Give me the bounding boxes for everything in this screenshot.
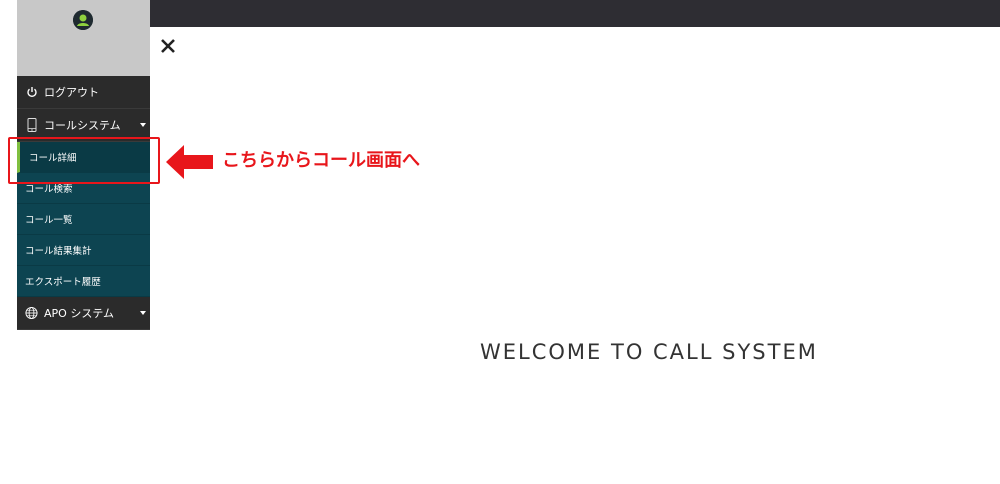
menu-item-export-history[interactable]: エクスポート履歴	[17, 266, 150, 297]
menu-item-label: コール一覧	[25, 215, 73, 226]
phone-icon	[25, 118, 38, 132]
logout-label: ログアウト	[44, 86, 99, 99]
arrow-left-icon	[166, 144, 214, 184]
menu-item-call-list[interactable]: コール一覧	[17, 204, 150, 235]
highlight-box	[8, 137, 160, 184]
page: ログアウト コールシステム コール詳細 コール検索 コール一覧 コール結果集計 …	[0, 0, 1000, 484]
menu-item-call-results[interactable]: コール結果集計	[17, 235, 150, 266]
user-area	[17, 0, 150, 76]
menu-item-label: エクスポート履歴	[25, 277, 101, 288]
top-bar	[150, 0, 1000, 27]
call-system-label: コールシステム	[44, 119, 121, 132]
chevron-down-icon	[140, 311, 146, 315]
user-avatar-icon[interactable]	[73, 10, 93, 30]
apo-system-label: APO システム	[44, 307, 114, 320]
callout-text: こちらからコール画面へ	[222, 150, 420, 171]
power-icon	[25, 86, 38, 99]
chevron-down-icon	[140, 123, 146, 127]
menu-apo-system[interactable]: APO システム	[17, 297, 150, 330]
logout-button[interactable]: ログアウト	[17, 76, 150, 109]
welcome-heading: WELCOME TO CALL SYSTEM	[480, 340, 818, 364]
close-icon[interactable]	[158, 36, 178, 56]
menu-item-label: コール結果集計	[25, 246, 92, 257]
globe-icon	[25, 306, 38, 320]
